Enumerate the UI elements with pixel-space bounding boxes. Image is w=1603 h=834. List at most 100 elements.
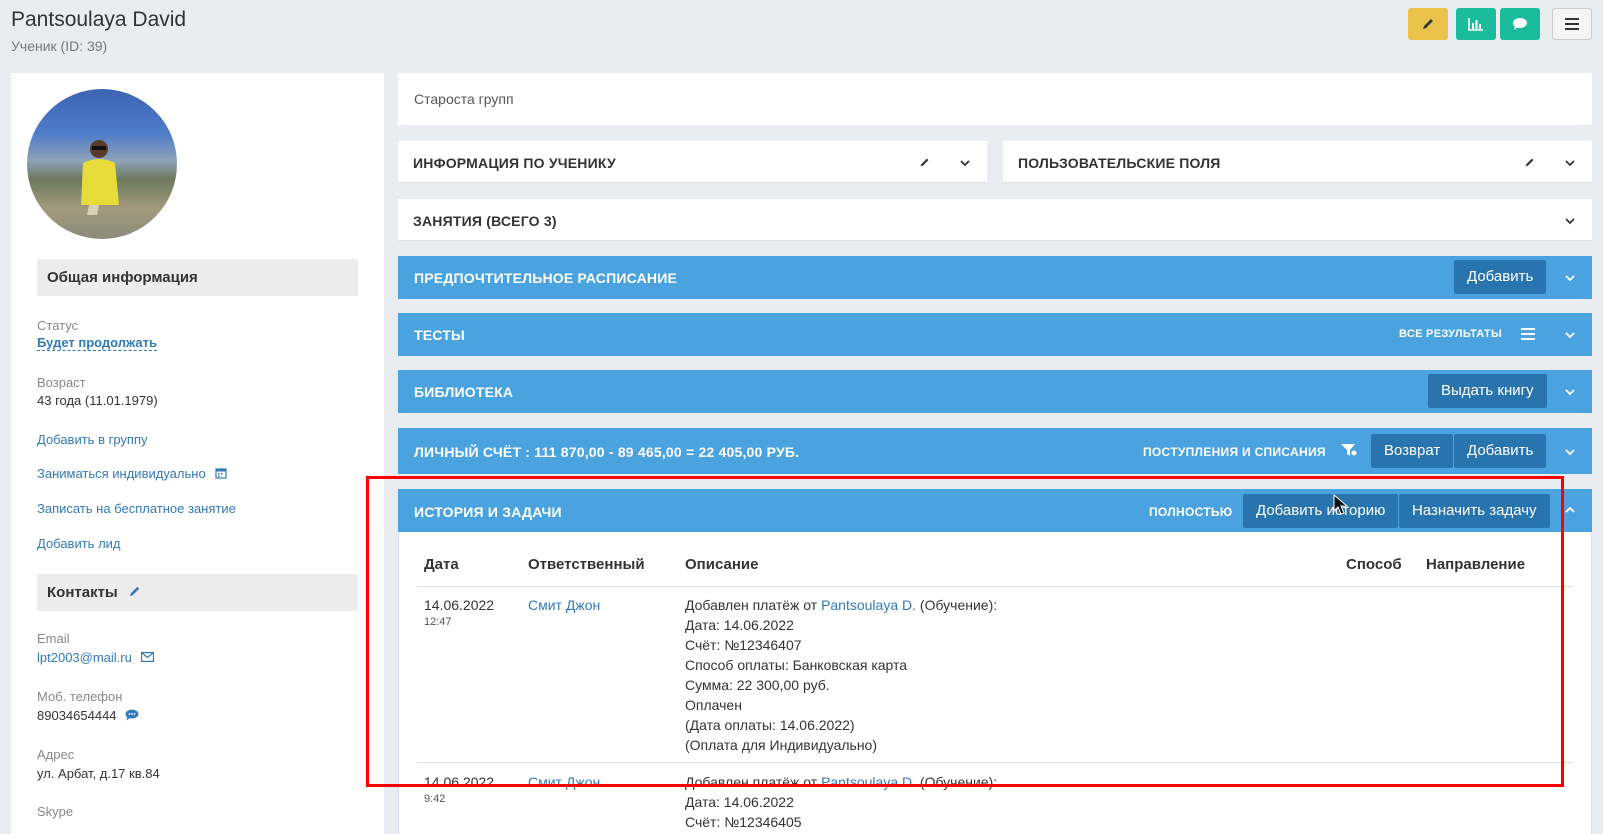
general-info-header: Общая информация bbox=[37, 259, 358, 296]
transactions-link[interactable]: ПОСТУПЛЕНИЯ И СПИСАНИЯ bbox=[1143, 445, 1326, 459]
desc-line: Счёт: №12346405 bbox=[685, 814, 802, 830]
status-value[interactable]: Будет продолжать bbox=[37, 335, 158, 351]
mouse-cursor-icon bbox=[1333, 494, 1349, 515]
person-photo bbox=[81, 140, 119, 215]
add-payment-button[interactable]: Добавить bbox=[1454, 434, 1547, 468]
desc-prefix: Добавлен платёж от bbox=[685, 774, 822, 790]
chevron-up-icon[interactable] bbox=[1564, 504, 1576, 516]
email-link[interactable]: lpt2003@mail.ru bbox=[37, 650, 132, 665]
history-table: Дата Ответственный Описание Способ Напра… bbox=[398, 532, 1592, 834]
table-row: 14.06.2022 12:47 bbox=[424, 595, 494, 629]
edit-contacts-icon[interactable] bbox=[128, 585, 141, 598]
col-direction: Направление bbox=[1426, 556, 1526, 573]
desc-prefix: Добавлен платёж от bbox=[685, 597, 822, 613]
student-id: Ученик (ID: 39) bbox=[11, 38, 108, 54]
menu-icon bbox=[1565, 18, 1579, 30]
desc-suffix: (Обучение): bbox=[916, 774, 998, 790]
col-method: Способ bbox=[1346, 556, 1402, 573]
schedule-panel[interactable]: ПРЕДПОЧТИТЕЛЬНОЕ РАСПИСАНИЕ Добавить bbox=[398, 256, 1592, 299]
add-schedule-button[interactable]: Добавить bbox=[1454, 260, 1547, 294]
header-divider bbox=[417, 586, 1573, 587]
custom-fields-panel[interactable]: ПОЛЬЗОВАТЕЛЬСКИЕ ПОЛЯ bbox=[1003, 141, 1592, 183]
library-panel[interactable]: БИБЛИОТЕКА Выдать книгу bbox=[398, 370, 1592, 413]
desc-line: (Дата оплаты: 14.06.2022) bbox=[685, 717, 855, 733]
row-description: Добавлен платёж от Pantsoulaya D. (Обуче… bbox=[685, 595, 997, 755]
email-value[interactable]: lpt2003@mail.ru bbox=[37, 650, 155, 665]
chevron-down-icon[interactable] bbox=[1564, 386, 1576, 398]
tests-title: ТЕСТЫ bbox=[414, 327, 465, 343]
col-responsible: Ответственный bbox=[528, 556, 645, 573]
return-button[interactable]: Возврат bbox=[1371, 434, 1454, 468]
bar-chart-icon bbox=[1468, 18, 1483, 31]
student-link[interactable]: Pantsoulaya D. bbox=[821, 774, 916, 790]
desc-line: Дата: 14.06.2022 bbox=[685, 794, 794, 810]
row-responsible[interactable]: Смит Джон bbox=[528, 772, 600, 792]
row-date: 14.06.2022 bbox=[424, 774, 495, 790]
status-label: Статус bbox=[37, 318, 79, 333]
student-link[interactable]: Pantsoulaya D. bbox=[821, 597, 916, 613]
edit-button[interactable] bbox=[1408, 8, 1448, 40]
chevron-down-icon[interactable] bbox=[1564, 272, 1576, 284]
row-time: 12:47 bbox=[424, 616, 452, 628]
row-date: 14.06.2022 bbox=[424, 597, 495, 613]
top-actions bbox=[1408, 8, 1592, 40]
chat-icon[interactable] bbox=[125, 709, 139, 721]
all-results-link[interactable]: ВСЕ РЕЗУЛЬТАТЫ bbox=[1399, 328, 1502, 340]
statistics-button[interactable] bbox=[1456, 8, 1496, 40]
desc-suffix: (Обучение): bbox=[916, 597, 998, 613]
responsible-link[interactable]: Смит Джон bbox=[528, 597, 600, 613]
chevron-down-icon[interactable] bbox=[1564, 446, 1576, 458]
desc-line: Оплачен bbox=[685, 697, 742, 713]
desc-line: Способ оплаты: Банковская карта bbox=[685, 657, 908, 673]
pencil-icon bbox=[1423, 19, 1433, 29]
list-icon[interactable] bbox=[1521, 328, 1535, 340]
free-lesson-link[interactable]: Записать на бесплатное занятие bbox=[37, 501, 236, 516]
filter-icon[interactable] bbox=[1340, 442, 1358, 458]
col-date: Дата bbox=[424, 556, 459, 573]
chevron-down-icon[interactable] bbox=[1564, 157, 1576, 169]
library-title: БИБЛИОТЕКА bbox=[414, 384, 514, 400]
assign-task-button[interactable]: Назначить задачу bbox=[1399, 494, 1550, 528]
student-info-panel[interactable]: ИНФОРМАЦИЯ ПО УЧЕНИКУ bbox=[398, 141, 987, 183]
issue-book-button[interactable]: Выдать книгу bbox=[1428, 374, 1547, 408]
desc-line: Счёт: №12346407 bbox=[685, 637, 802, 653]
account-panel[interactable]: ЛИЧНЫЙ СЧЁТ : 111 870,00 - 89 465,00 = 2… bbox=[398, 428, 1592, 474]
status-link[interactable]: Будет продолжать bbox=[37, 335, 158, 351]
add-history-button[interactable]: Добавить историю bbox=[1243, 494, 1399, 528]
history-panel[interactable]: ИСТОРИЯ И ЗАДАЧИ ПОЛНОСТЬЮ Добавить исто… bbox=[398, 489, 1592, 532]
envelope-icon[interactable] bbox=[141, 652, 155, 663]
desc-line: (Оплата для Индивидуально) bbox=[685, 737, 878, 753]
table-row: 14.06.2022 9:42 bbox=[424, 772, 494, 806]
phone-label: Моб. телефон bbox=[37, 689, 123, 704]
add-lead-link[interactable]: Добавить лид bbox=[37, 536, 121, 551]
message-button[interactable] bbox=[1500, 8, 1540, 40]
contacts-header: Контакты bbox=[37, 574, 358, 611]
edit-custom-fields-icon[interactable] bbox=[1524, 157, 1535, 168]
chevron-down-icon[interactable] bbox=[1564, 329, 1576, 341]
account-title: ЛИЧНЫЙ СЧЁТ : 111 870,00 - 89 465,00 = 2… bbox=[414, 444, 800, 460]
skype-label: Skype bbox=[37, 804, 74, 819]
history-title: ИСТОРИЯ И ЗАДАЧИ bbox=[414, 504, 562, 520]
email-label: Email bbox=[37, 631, 70, 646]
individual-lessons-link[interactable]: Заниматься индивидуально bbox=[37, 466, 227, 481]
address-label: Адрес bbox=[37, 747, 75, 762]
calendar-icon bbox=[215, 468, 227, 479]
menu-button[interactable] bbox=[1552, 8, 1592, 40]
chevron-down-icon[interactable] bbox=[1564, 215, 1576, 227]
chevron-down-icon[interactable] bbox=[959, 157, 971, 169]
row-responsible[interactable]: Смит Джон bbox=[528, 595, 600, 615]
responsible-link[interactable]: Смит Джон bbox=[528, 774, 600, 790]
row-description: Добавлен платёж от Pantsoulaya D. (Обуче… bbox=[685, 772, 997, 832]
col-description: Описание bbox=[685, 556, 759, 573]
edit-student-info-icon[interactable] bbox=[919, 157, 930, 168]
age-value: 43 года (11.01.1979) bbox=[37, 393, 158, 408]
lessons-panel[interactable]: ЗАНЯТИЯ (ВСЕГО 3) bbox=[398, 199, 1592, 241]
address-value: ул. Арбат, д.17 кв.84 bbox=[37, 766, 160, 781]
tests-panel[interactable]: ТЕСТЫ ВСЕ РЕЗУЛЬТАТЫ bbox=[398, 313, 1592, 356]
phone-number: 89034654444 bbox=[37, 708, 117, 723]
history-full-link[interactable]: ПОЛНОСТЬЮ bbox=[1149, 505, 1232, 519]
desc-line: Сумма: 22 300,00 руб. bbox=[685, 677, 830, 693]
row-divider bbox=[417, 762, 1573, 763]
add-to-group-link[interactable]: Добавить в группу bbox=[37, 432, 148, 447]
lessons-title: ЗАНЯТИЯ (ВСЕГО 3) bbox=[413, 213, 557, 229]
